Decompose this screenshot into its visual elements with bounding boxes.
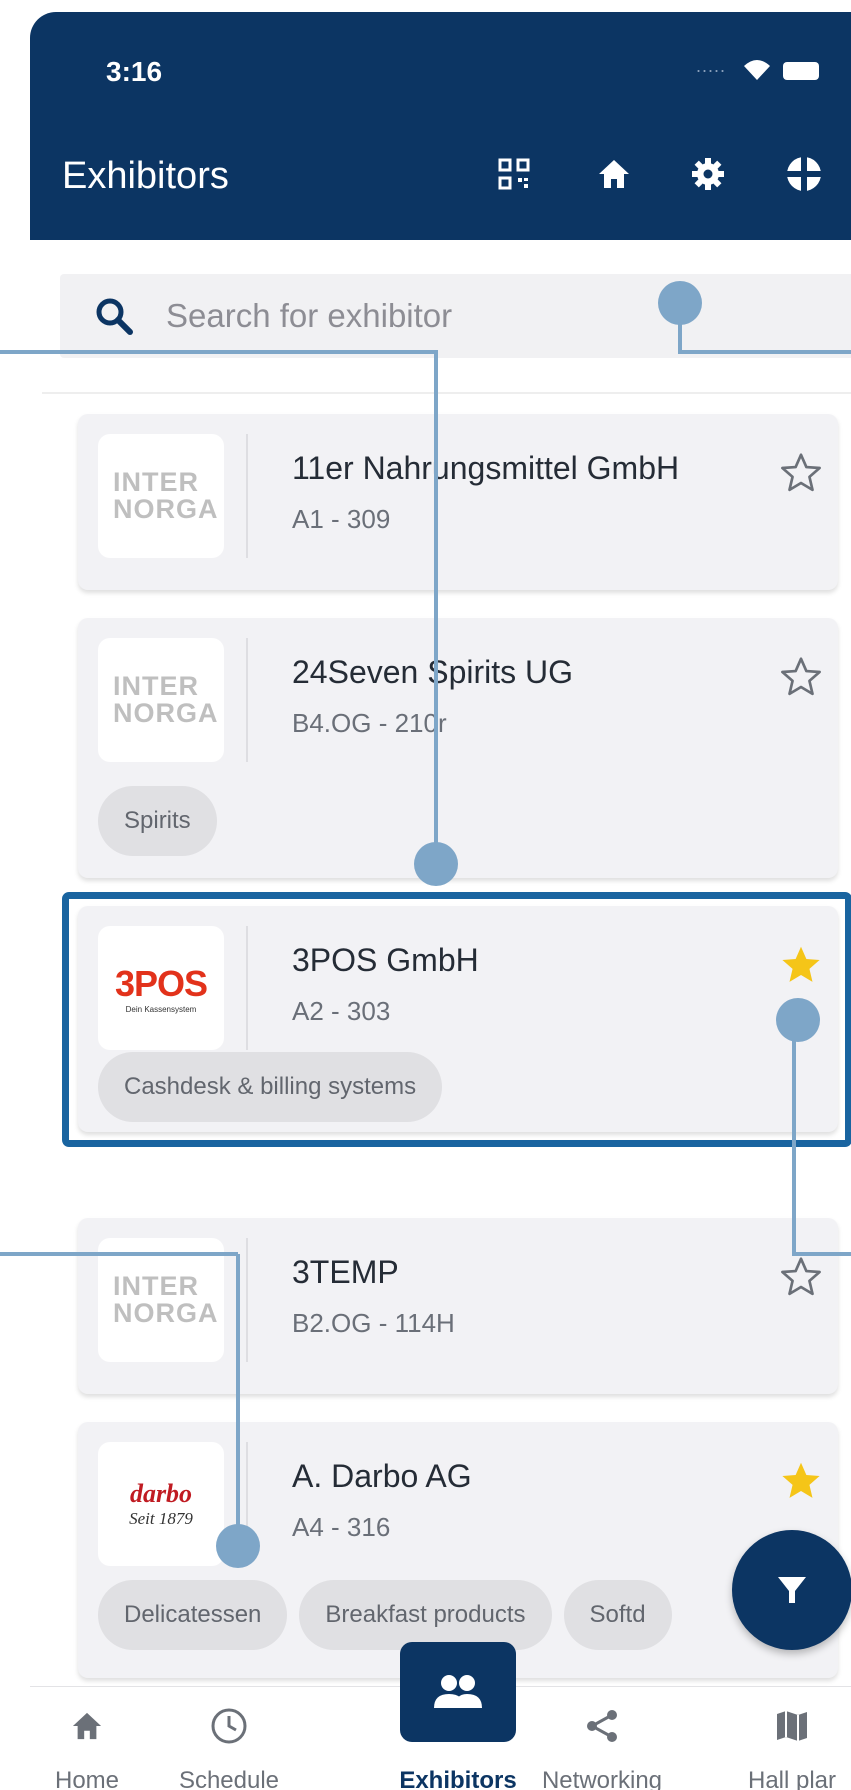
category-tag[interactable]: Cashdesk & billing systems [98, 1052, 443, 1122]
qr-code-button[interactable] [492, 152, 536, 196]
home-icon [599, 160, 629, 188]
exhibitor-logo: INTER NORGA [98, 1238, 224, 1362]
star-filled-icon[interactable] [778, 1458, 824, 1504]
nav-exhibitors-label: Exhibitors [399, 1767, 517, 1790]
qr-code-icon [498, 158, 530, 190]
star-outline-icon[interactable] [778, 1254, 824, 1300]
exhibitor-booth: B2.OG - 114H [292, 1308, 455, 1338]
nav-hallplan[interactable]: Hall plar [717, 1687, 851, 1790]
map-icon [777, 1711, 807, 1741]
exhibitor-card[interactable]: INTER NORGA 11er Nahrungsmittel GmbH A1 … [78, 414, 838, 590]
logo-darbo: darbo Seit 1879 [129, 1479, 193, 1529]
divider [246, 1442, 248, 1566]
app-screen: 3:16 ..... Exhibitors Search for exhibit… [30, 12, 851, 1790]
nav-schedule[interactable]: Schedule [154, 1687, 304, 1790]
nav-hallplan-label: Hall plar [747, 1767, 837, 1790]
exhibitor-name: 3POS GmbH [292, 942, 479, 978]
exhibitor-card[interactable]: INTER NORGA 3TEMP B2.OG - 114H [78, 1218, 838, 1394]
logo-text: 3POS [114, 962, 208, 1004]
exhibitor-card[interactable]: darbo Seit 1879 A. Darbo AG A4 - 316 Del… [78, 1422, 838, 1678]
flag-globe-icon [787, 157, 821, 191]
logo-subtext: Dein Kassensystem [125, 1004, 197, 1014]
screenshot-stage: 3:16 ..... Exhibitors Search for exhibit… [0, 0, 851, 1790]
page-title: Exhibitors [62, 155, 229, 197]
exhibitor-logo: 3POS Dein Kassensystem [98, 926, 224, 1050]
people-icon [434, 1675, 482, 1708]
tag-list: Spirits [98, 786, 217, 856]
logo-text: INTER NORGA [113, 671, 219, 728]
exhibitor-name: 24Seven Spirits UG [292, 654, 574, 690]
nav-exhibitors-active-indicator[interactable] [400, 1642, 516, 1742]
divider [246, 1238, 248, 1362]
wifi-icon [744, 60, 770, 80]
tag-list: Cashdesk & billing systems [98, 1052, 443, 1122]
settings-button[interactable] [686, 152, 730, 196]
exhibitor-booth: A1 - 309 [292, 504, 391, 534]
nav-networking-label: Networking [541, 1767, 663, 1790]
exhibitor-logo: darbo Seit 1879 [98, 1442, 224, 1566]
exhibitor-card[interactable]: INTER NORGA 24Seven Spirits UG B4.OG - 2… [78, 618, 838, 878]
exhibitor-name: 11er Nahrungsmittel GmbH [292, 450, 680, 486]
category-tag[interactable]: Spirits [98, 786, 217, 856]
exhibitor-booth: A4 - 316 [292, 1512, 391, 1542]
filter-icon [778, 1577, 806, 1603]
clock-icon [211, 1708, 247, 1744]
search-bar[interactable] [60, 274, 851, 358]
exhibitor-name: A. Darbo AG [292, 1458, 472, 1494]
star-filled-icon[interactable] [778, 942, 824, 988]
nav-networking[interactable]: Networking [527, 1687, 677, 1790]
home-icon [72, 1712, 102, 1740]
exhibitor-logo: INTER NORGA [98, 434, 224, 558]
language-button[interactable] [782, 152, 826, 196]
battery-icon [783, 62, 819, 80]
gear-icon [692, 158, 724, 190]
category-tag[interactable]: Softd [563, 1580, 672, 1650]
logo-text: darbo [129, 1479, 193, 1508]
exhibitor-booth: B4.OG - 210r [292, 708, 447, 738]
logo-subtext: Seit 1879 [129, 1509, 193, 1528]
app-bar: 3:16 ..... Exhibitors [30, 12, 851, 240]
nav-schedule-label: Schedule [178, 1767, 280, 1790]
divider [246, 638, 248, 762]
exhibitor-name: 3TEMP [292, 1254, 399, 1290]
nav-home-label: Home [54, 1767, 120, 1790]
exhibitor-card[interactable]: 3POS Dein Kassensystem 3POS GmbH A2 - 30… [78, 906, 838, 1132]
category-tag[interactable]: Delicatessen [98, 1580, 288, 1650]
home-button[interactable] [592, 152, 636, 196]
star-outline-icon[interactable] [778, 450, 824, 496]
filter-button[interactable] [732, 1530, 851, 1650]
exhibitor-logo: INTER NORGA [98, 638, 224, 762]
exhibitor-booth: A2 - 303 [292, 996, 391, 1026]
search-input[interactable] [166, 274, 766, 358]
logo-3pos: 3POS Dein Kassensystem [114, 962, 208, 1014]
search-icon [96, 298, 133, 335]
divider [246, 434, 248, 558]
star-outline-icon[interactable] [778, 654, 824, 700]
logo-text: INTER NORGA [113, 1271, 219, 1328]
nav-home[interactable]: Home [30, 1687, 162, 1790]
share-icon [587, 1710, 617, 1742]
signal-dots: ..... [696, 56, 727, 76]
divider [246, 926, 248, 1050]
tag-list: Delicatessen Breakfast products Softd [98, 1580, 672, 1650]
status-time: 3:16 [106, 56, 163, 87]
category-tag[interactable]: Breakfast products [299, 1580, 552, 1650]
divider [42, 392, 851, 394]
logo-text: INTER NORGA [113, 467, 219, 524]
